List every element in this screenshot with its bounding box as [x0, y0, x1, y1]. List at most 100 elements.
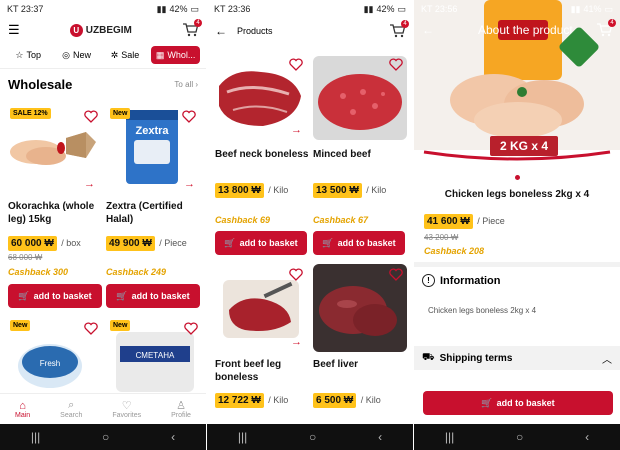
product-card[interactable]: → Beef neck boneless 13 800 ₩ / Kilo Cas…	[213, 56, 309, 256]
nav-search[interactable]: ⌕ Search	[60, 399, 82, 419]
heart-icon: ♡	[121, 400, 132, 412]
arrow-right-icon[interactable]: →	[84, 178, 95, 190]
heart-icon[interactable]	[389, 58, 403, 71]
cart-icon[interactable]: 4	[596, 19, 616, 37]
top-header: ← Products 4	[207, 18, 413, 44]
price-row: 49 900 ₩ / Piece	[106, 233, 187, 251]
add-to-basket-button[interactable]: 🛒 add to basket	[8, 284, 102, 308]
product-detail-screen: KT 23:56 ▮▮ 41% ▭ ← About the product 4 2 …	[414, 0, 620, 450]
product-card[interactable]: Beef liver 6 500 ₩ / Kilo	[313, 264, 409, 412]
profile-icon: ♙	[176, 400, 186, 412]
shipping-terms-row[interactable]: ⛟ Shipping terms ︿	[414, 346, 620, 370]
arrow-right-icon[interactable]: →	[291, 124, 302, 136]
heart-icon[interactable]	[84, 322, 98, 335]
home-button-icon[interactable]: ○	[516, 430, 523, 444]
carousel-dot[interactable]	[515, 175, 520, 180]
battery-icon: ▭	[397, 3, 406, 14]
back-icon[interactable]: ‹	[585, 430, 589, 444]
product-card[interactable]: Fresh New	[6, 318, 102, 393]
button-label: add to basket	[33, 291, 92, 301]
front-beef-leg-image	[223, 280, 299, 338]
unit: / Piece	[159, 238, 187, 248]
product-card[interactable]: → Front beef leg boneless 12 722 ₩ / Kil…	[213, 264, 309, 412]
cart-icon[interactable]: 4	[389, 20, 409, 38]
recent-apps-icon[interactable]: |||	[31, 430, 40, 444]
product-card[interactable]: Minced beef 13 500 ₩ / Kilo Cashback 67 …	[313, 56, 409, 256]
back-arrow-icon[interactable]: ←	[215, 24, 227, 38]
nav-profile[interactable]: ♙ Profile	[171, 399, 191, 419]
heart-icon[interactable]	[184, 322, 198, 335]
add-to-basket-button[interactable]: 🛒 add to basket	[313, 231, 405, 255]
price: 12 722 ₩	[215, 393, 264, 408]
price: 6 500 ₩	[313, 393, 357, 408]
svg-text:Zextra: Zextra	[135, 125, 169, 137]
product-card[interactable]: SALE 12% → Okorachka (whole leg) 15kg 60…	[6, 104, 102, 314]
product-name: Chicken legs boneless 2kg x 4	[444, 189, 590, 200]
add-to-basket-button[interactable]: 🛒 add to basket	[106, 284, 200, 308]
add-to-basket-button[interactable]: 🛒 add to basket	[215, 231, 307, 255]
heart-icon[interactable]	[389, 268, 403, 281]
product-name: Zextra (Certified Halal)	[106, 201, 183, 225]
price-row: 6 500 ₩ / Kilo	[313, 390, 381, 408]
heart-icon[interactable]	[289, 268, 303, 281]
battery-level: 42%	[169, 4, 188, 14]
home-button-icon[interactable]: ○	[309, 430, 316, 444]
battery-icon: ▭	[190, 3, 199, 14]
heart-icon[interactable]	[289, 58, 303, 71]
star-icon: ☆	[15, 49, 24, 60]
arrow-right-icon[interactable]: →	[291, 336, 302, 348]
product-card[interactable]: Zextra New → Zextra (Certified Halal) 49…	[106, 104, 202, 314]
product-name: Beef neck boneless	[215, 149, 309, 160]
cart-icon: 🛒	[18, 290, 30, 301]
tab-sale[interactable]: ✲ Sale	[103, 46, 147, 64]
old-price: 68 000 ₩	[8, 253, 43, 262]
button-label: add to basket	[496, 398, 555, 408]
nav-label: Favorites	[112, 412, 142, 419]
button-label: add to basket	[239, 238, 298, 248]
arrow-right-icon[interactable]: →	[184, 178, 195, 190]
page-title: Products	[237, 26, 273, 36]
products-screen: KT 23:36 ▮▮ 42% ▭ ← Products 4 → Beef neck…	[207, 0, 413, 450]
nav-favorites[interactable]: ♡ Favorites	[112, 399, 141, 419]
svg-text:Fresh: Fresh	[40, 359, 60, 368]
info-icon: !	[422, 274, 435, 287]
price: 60 000 ₩	[8, 236, 57, 251]
tab-top[interactable]: ☆ Top	[6, 46, 50, 64]
product-name: Front beef leg boneless	[215, 359, 282, 383]
unit: / Kilo	[360, 395, 381, 405]
recent-apps-icon[interactable]: |||	[445, 430, 454, 444]
new-tag: New	[110, 320, 131, 331]
section-title: Wholesale	[8, 77, 73, 92]
nav-main[interactable]: ⌂ Main	[15, 400, 30, 419]
cart-icon: 🛒	[322, 237, 334, 248]
tab-new[interactable]: ◎ New	[54, 46, 98, 64]
price: 49 900 ₩	[106, 236, 155, 251]
shipping-title: Shipping terms	[439, 352, 513, 364]
cashback: Cashback 69	[215, 215, 271, 225]
back-icon[interactable]: ‹	[171, 430, 175, 444]
recent-apps-icon[interactable]: |||	[238, 430, 247, 444]
status-time: KT 23:37	[7, 4, 44, 14]
cart-icon[interactable]: 4	[182, 19, 202, 37]
back-arrow-icon[interactable]: ←	[422, 23, 434, 37]
cart-icon: 🛒	[224, 237, 236, 248]
unit: / Kilo	[366, 185, 387, 195]
sale-tag: SALE 12%	[10, 108, 51, 119]
system-nav-bar: ||| ○ ‹	[207, 424, 413, 450]
to-all-link[interactable]: To all ›	[174, 80, 198, 89]
nav-label: Profile	[171, 412, 191, 419]
menu-icon[interactable]: ☰	[8, 22, 20, 38]
heart-icon[interactable]	[182, 110, 196, 123]
bottom-nav: ⌂ Main ⌕ Search ♡ Favorites ♙ Profile	[0, 393, 206, 424]
logo[interactable]: U UZBEGIM	[69, 23, 132, 37]
new-tag: New	[10, 320, 31, 331]
tab-wholesale[interactable]: ▦ Whol...	[151, 46, 200, 64]
home-button-icon[interactable]: ○	[102, 430, 109, 444]
back-icon[interactable]: ‹	[378, 430, 382, 444]
signal-icon: ▮▮	[363, 3, 374, 14]
cart-badge: 4	[608, 19, 616, 27]
product-card[interactable]: СМЕТАНА New	[106, 318, 202, 393]
sale-icon: ✲	[110, 49, 119, 60]
add-to-basket-button[interactable]: 🛒 add to basket	[423, 391, 613, 415]
heart-icon[interactable]	[84, 110, 98, 123]
